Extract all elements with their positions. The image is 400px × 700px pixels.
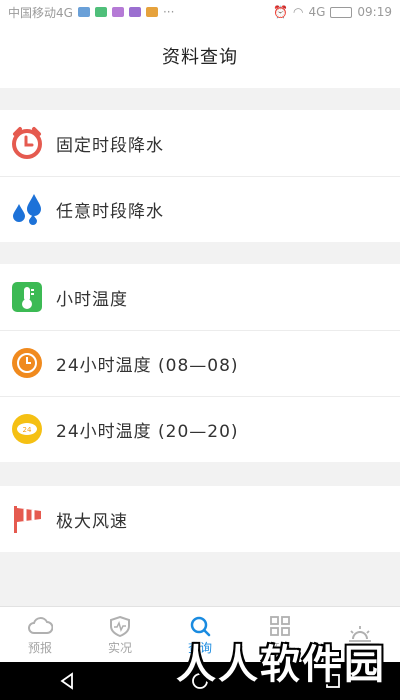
list-item-label: 24小时温度 (20—20) xyxy=(56,421,239,442)
precipitation-group: 固定时段降水 任意时段降水 xyxy=(0,110,400,242)
wind-group: 极大风速 xyxy=(0,486,400,552)
windsock-icon xyxy=(10,502,44,536)
page-title: 资料查询 xyxy=(162,47,238,68)
tab-label: 实况 xyxy=(107,640,132,655)
list-item-label: 任意时段降水 xyxy=(56,201,164,222)
notification-icon xyxy=(145,7,158,17)
more-notifications: ··· xyxy=(162,5,175,19)
clock-time: 09:19 xyxy=(357,5,392,19)
watermark-text: 人人软件园 xyxy=(176,642,386,688)
cloud-icon xyxy=(28,616,53,634)
notification-icon xyxy=(128,7,141,17)
alarm-clock-icon xyxy=(10,126,44,160)
alarm-icon: ⏰ xyxy=(273,5,288,19)
list-item-max-wind-speed[interactable]: 极大风速 xyxy=(0,486,400,552)
status-bar: 中国移动4G ··· ⏰ ◠ 4G 09:19 xyxy=(0,0,400,24)
list-item-label: 小时温度 xyxy=(56,289,128,310)
temperature-group: 小时温度 24小时温度 (08—08) 24 24小时温度 (20—20) xyxy=(0,264,400,462)
title-bar: 资料查询 xyxy=(0,24,400,88)
tab-live[interactable]: 实况 xyxy=(80,607,160,663)
battery-icon xyxy=(330,6,353,18)
tab-label: 预报 xyxy=(27,640,52,655)
back-icon[interactable] xyxy=(57,671,77,691)
list-item-24h-temp-08[interactable]: 24小时温度 (08—08) xyxy=(0,330,400,396)
list-item-fixed-period-precip[interactable]: 固定时段降水 xyxy=(0,110,400,176)
list-item-label: 固定时段降水 xyxy=(56,135,164,156)
water-drops-icon xyxy=(10,192,44,226)
shield-pulse-icon xyxy=(110,615,130,637)
list-item-label: 24小时温度 (08—08) xyxy=(56,355,239,376)
notification-icon xyxy=(94,7,107,17)
list-item-hourly-temp[interactable]: 小时温度 xyxy=(0,264,400,330)
network-type: 4G xyxy=(308,5,326,19)
svg-text:24: 24 xyxy=(23,426,32,434)
thermometer-icon xyxy=(10,280,44,314)
list-item-any-period-precip[interactable]: 任意时段降水 xyxy=(0,176,400,242)
tab-forecast[interactable]: 预报 xyxy=(0,607,80,663)
yellow-temperature-icon: 24 xyxy=(10,412,44,446)
notification-icon xyxy=(77,7,90,17)
list-item-label: 极大风速 xyxy=(56,511,128,532)
notification-icon xyxy=(111,7,124,17)
orange-clock-icon xyxy=(10,346,44,380)
carrier-text: 中国移动4G xyxy=(8,5,73,20)
list-item-24h-temp-20[interactable]: 24 24小时温度 (20—20) xyxy=(0,396,400,462)
wifi-icon: ◠ xyxy=(292,5,304,19)
